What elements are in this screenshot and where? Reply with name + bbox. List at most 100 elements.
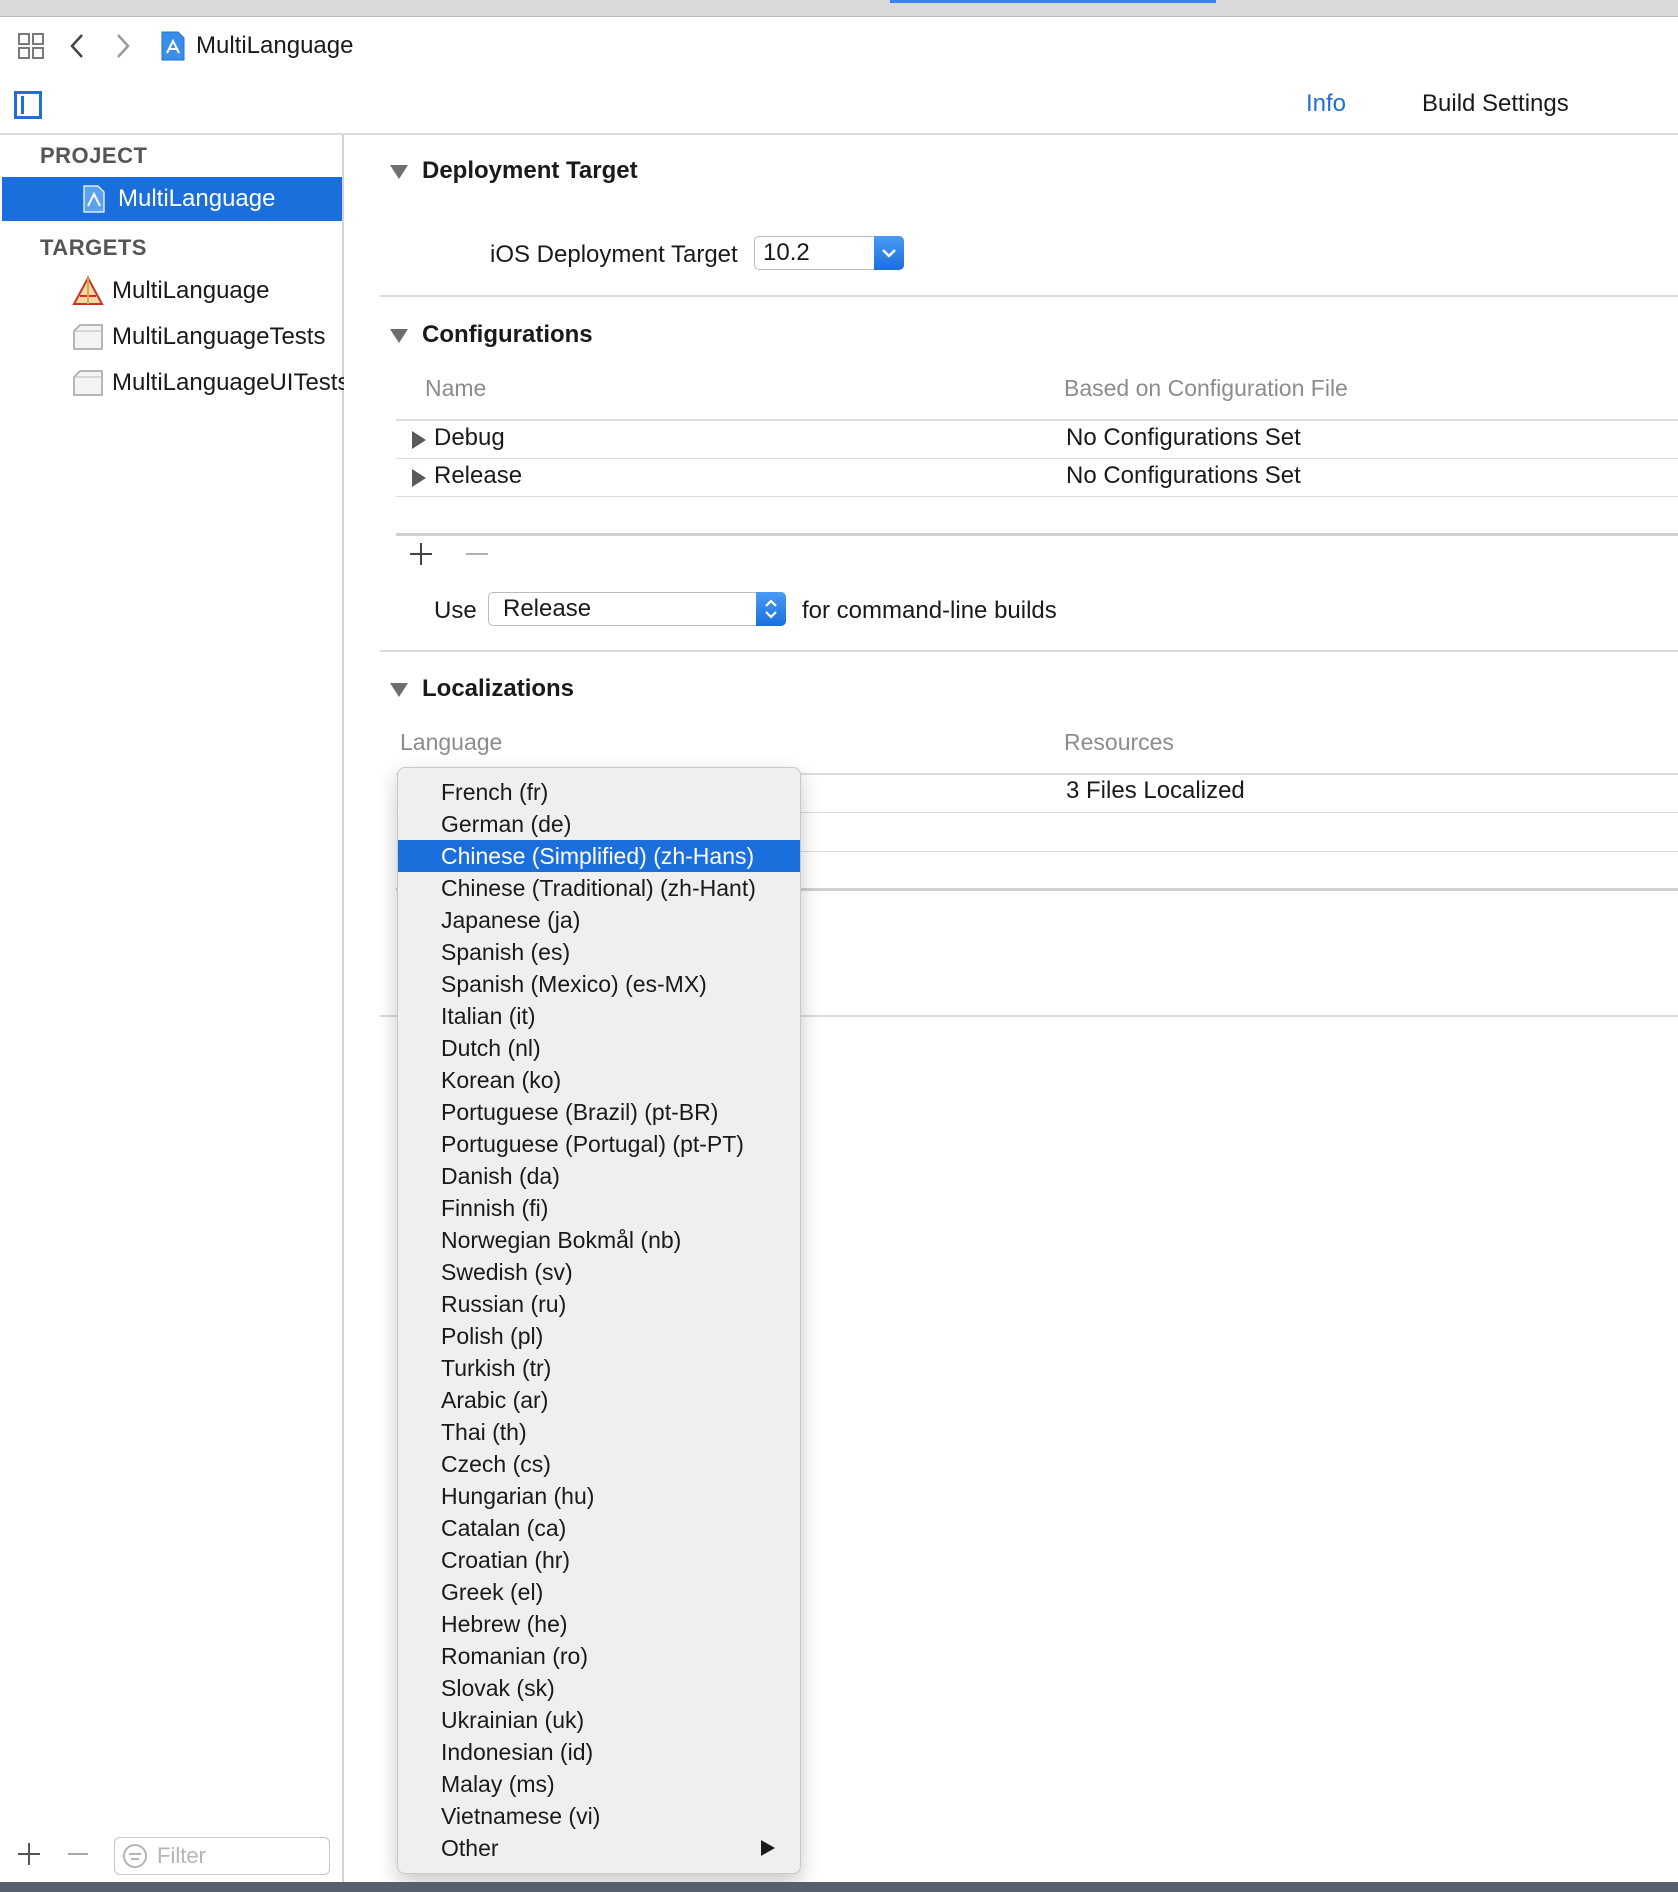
deployment-disclosure-icon[interactable] xyxy=(390,165,408,179)
menu-item[interactable]: Arabic (ar) xyxy=(398,1384,800,1416)
menu-item-label: Portuguese (Portugal) (pt-PT) xyxy=(441,1131,744,1157)
forward-chevron-icon[interactable] xyxy=(108,31,138,61)
menu-item[interactable]: Turkish (tr) xyxy=(398,1352,800,1384)
active-tab-indicator xyxy=(890,0,1216,3)
related-items-grid-icon[interactable] xyxy=(16,31,46,61)
remove-configuration-icon[interactable] xyxy=(464,541,490,572)
filter-input[interactable]: Filter xyxy=(114,1837,330,1875)
menu-item[interactable]: Portuguese (Portugal) (pt-PT) xyxy=(398,1128,800,1160)
submenu-arrow-icon xyxy=(761,1840,775,1856)
menu-item[interactable]: Chinese (Simplified) (zh-Hans) xyxy=(398,840,800,872)
section-divider xyxy=(380,295,1678,297)
localizations-section-title: Localizations xyxy=(422,675,575,702)
config-row-file: No Configurations Set xyxy=(1066,462,1301,489)
menu-item-label: Thai (th) xyxy=(441,1419,527,1445)
ios-deployment-target-combobox[interactable]: 10.2 xyxy=(754,236,904,270)
menu-item[interactable]: Vietnamese (vi) xyxy=(398,1800,800,1832)
menu-item-label: Other xyxy=(441,1835,499,1861)
menu-item-label: Czech (cs) xyxy=(441,1451,551,1477)
menu-item[interactable]: Italian (it) xyxy=(398,1000,800,1032)
debug-disclosure-icon[interactable] xyxy=(412,431,426,449)
menu-item-label: Turkish (tr) xyxy=(441,1355,552,1381)
remove-icon[interactable] xyxy=(66,1841,90,1872)
menu-item[interactable]: Spanish (es) xyxy=(398,936,800,968)
language-column-header[interactable]: Language xyxy=(400,729,502,756)
project-navigator-sidebar: PROJECT MultiLanguage TARGETS MultiLangu… xyxy=(0,135,349,1882)
menu-item[interactable]: Polish (pl) xyxy=(398,1320,800,1352)
config-file-column-header[interactable]: Based on Configuration File xyxy=(1064,375,1348,402)
menu-item[interactable]: Swedish (sv) xyxy=(398,1256,800,1288)
menu-item[interactable]: Slovak (sk) xyxy=(398,1672,800,1704)
configurations-disclosure-icon[interactable] xyxy=(390,329,408,343)
command-line-suffix: for command-line builds xyxy=(802,597,1057,624)
menu-item[interactable]: German (de) xyxy=(398,808,800,840)
menu-item-label: French (fr) xyxy=(441,779,549,805)
menu-item-label: Spanish (es) xyxy=(441,939,571,965)
menu-item[interactable]: Finnish (fi) xyxy=(398,1192,800,1224)
menu-item[interactable]: Russian (ru) xyxy=(398,1288,800,1320)
menu-item[interactable]: Dutch (nl) xyxy=(398,1032,800,1064)
sidebar-item-target-app[interactable]: MultiLanguage xyxy=(2,269,342,313)
tab-info[interactable]: Info xyxy=(1306,89,1346,119)
menu-item[interactable]: French (fr) xyxy=(398,776,800,808)
menu-item[interactable]: Hebrew (he) xyxy=(398,1608,800,1640)
menu-item[interactable]: Korean (ko) xyxy=(398,1064,800,1096)
sidebar-toggle-icon[interactable] xyxy=(14,91,42,119)
menu-item-label: Polish (pl) xyxy=(441,1323,544,1349)
localization-row-resources: 3 Files Localized xyxy=(1066,777,1245,804)
section-divider xyxy=(380,650,1678,652)
sidebar-item-project[interactable]: MultiLanguage xyxy=(2,177,342,221)
popup-arrow-button[interactable] xyxy=(756,592,786,626)
menu-item-label: Chinese (Traditional) (zh-Hant) xyxy=(441,875,756,901)
menu-item[interactable]: Japanese (ja) xyxy=(398,904,800,936)
menu-item[interactable]: Croatian (hr) xyxy=(398,1544,800,1576)
resources-column-header[interactable]: Resources xyxy=(1064,729,1174,756)
menu-item[interactable]: Catalan (ca) xyxy=(398,1512,800,1544)
sidebar-item-label: MultiLanguageTests xyxy=(112,323,326,350)
release-disclosure-icon[interactable] xyxy=(412,469,426,487)
sidebar-bottom-bar: Filter xyxy=(0,1835,342,1882)
back-chevron-icon[interactable] xyxy=(62,31,92,61)
menu-item-label: Spanish (Mexico) (es-MX) xyxy=(441,971,707,997)
config-name-column-header[interactable]: Name xyxy=(425,375,486,402)
tab-build-settings[interactable]: Build Settings xyxy=(1422,89,1569,119)
sidebar-item-target-tests[interactable]: MultiLanguageTests xyxy=(2,315,342,359)
add-icon[interactable] xyxy=(16,1841,42,1872)
menu-item-label: Vietnamese (vi) xyxy=(441,1803,601,1829)
breadcrumb-project[interactable]: MultiLanguage xyxy=(196,31,353,61)
menu-item[interactable]: Portuguese (Brazil) (pt-BR) xyxy=(398,1096,800,1128)
menu-item-label: Russian (ru) xyxy=(441,1291,567,1317)
combobox-arrow-button[interactable] xyxy=(874,236,904,270)
command-line-config-popup[interactable]: Release xyxy=(488,592,786,626)
menu-item-label: Finnish (fi) xyxy=(441,1195,549,1221)
menu-item[interactable]: Hungarian (hu) xyxy=(398,1480,800,1512)
sidebar-item-target-uitests[interactable]: MultiLanguageUITests xyxy=(2,361,349,405)
menu-item[interactable]: Norwegian Bokmål (nb) xyxy=(398,1224,800,1256)
add-language-menu: French (fr) German (de) Chinese (Simplifie… xyxy=(397,767,801,1874)
menu-item[interactable]: Ukrainian (uk) xyxy=(398,1704,800,1736)
config-row-file: No Configurations Set xyxy=(1066,424,1301,451)
table-bottom-border xyxy=(396,533,1678,536)
menu-item[interactable]: Malay (ms) xyxy=(398,1768,800,1800)
menu-item[interactable]: Romanian (ro) xyxy=(398,1640,800,1672)
ios-deployment-value: 10.2 xyxy=(763,239,810,266)
menu-item[interactable]: Thai (th) xyxy=(398,1416,800,1448)
menu-item-label: Norwegian Bokmål (nb) xyxy=(441,1227,682,1253)
add-configuration-icon[interactable] xyxy=(408,541,434,572)
menu-item[interactable]: Chinese (Traditional) (zh-Hant) xyxy=(398,872,800,904)
menu-item-label: Japanese (ja) xyxy=(441,907,581,933)
menu-item-label: Malay (ms) xyxy=(441,1771,555,1797)
app-target-icon xyxy=(72,275,104,307)
menu-item[interactable]: Other xyxy=(398,1832,800,1864)
localizations-disclosure-icon[interactable] xyxy=(390,683,408,697)
use-label: Use xyxy=(434,597,477,624)
menu-item[interactable]: Greek (el) xyxy=(398,1576,800,1608)
menu-item[interactable]: Danish (da) xyxy=(398,1160,800,1192)
menu-item-label: Danish (da) xyxy=(441,1163,560,1189)
project-file-icon xyxy=(158,31,188,61)
menu-item[interactable]: Spanish (Mexico) (es-MX) xyxy=(398,968,800,1000)
menu-item[interactable]: Czech (cs) xyxy=(398,1448,800,1480)
sidebar-item-label: MultiLanguage xyxy=(112,277,270,304)
window-bottom-edge xyxy=(0,1882,1678,1892)
menu-item[interactable]: Indonesian (id) xyxy=(398,1736,800,1768)
